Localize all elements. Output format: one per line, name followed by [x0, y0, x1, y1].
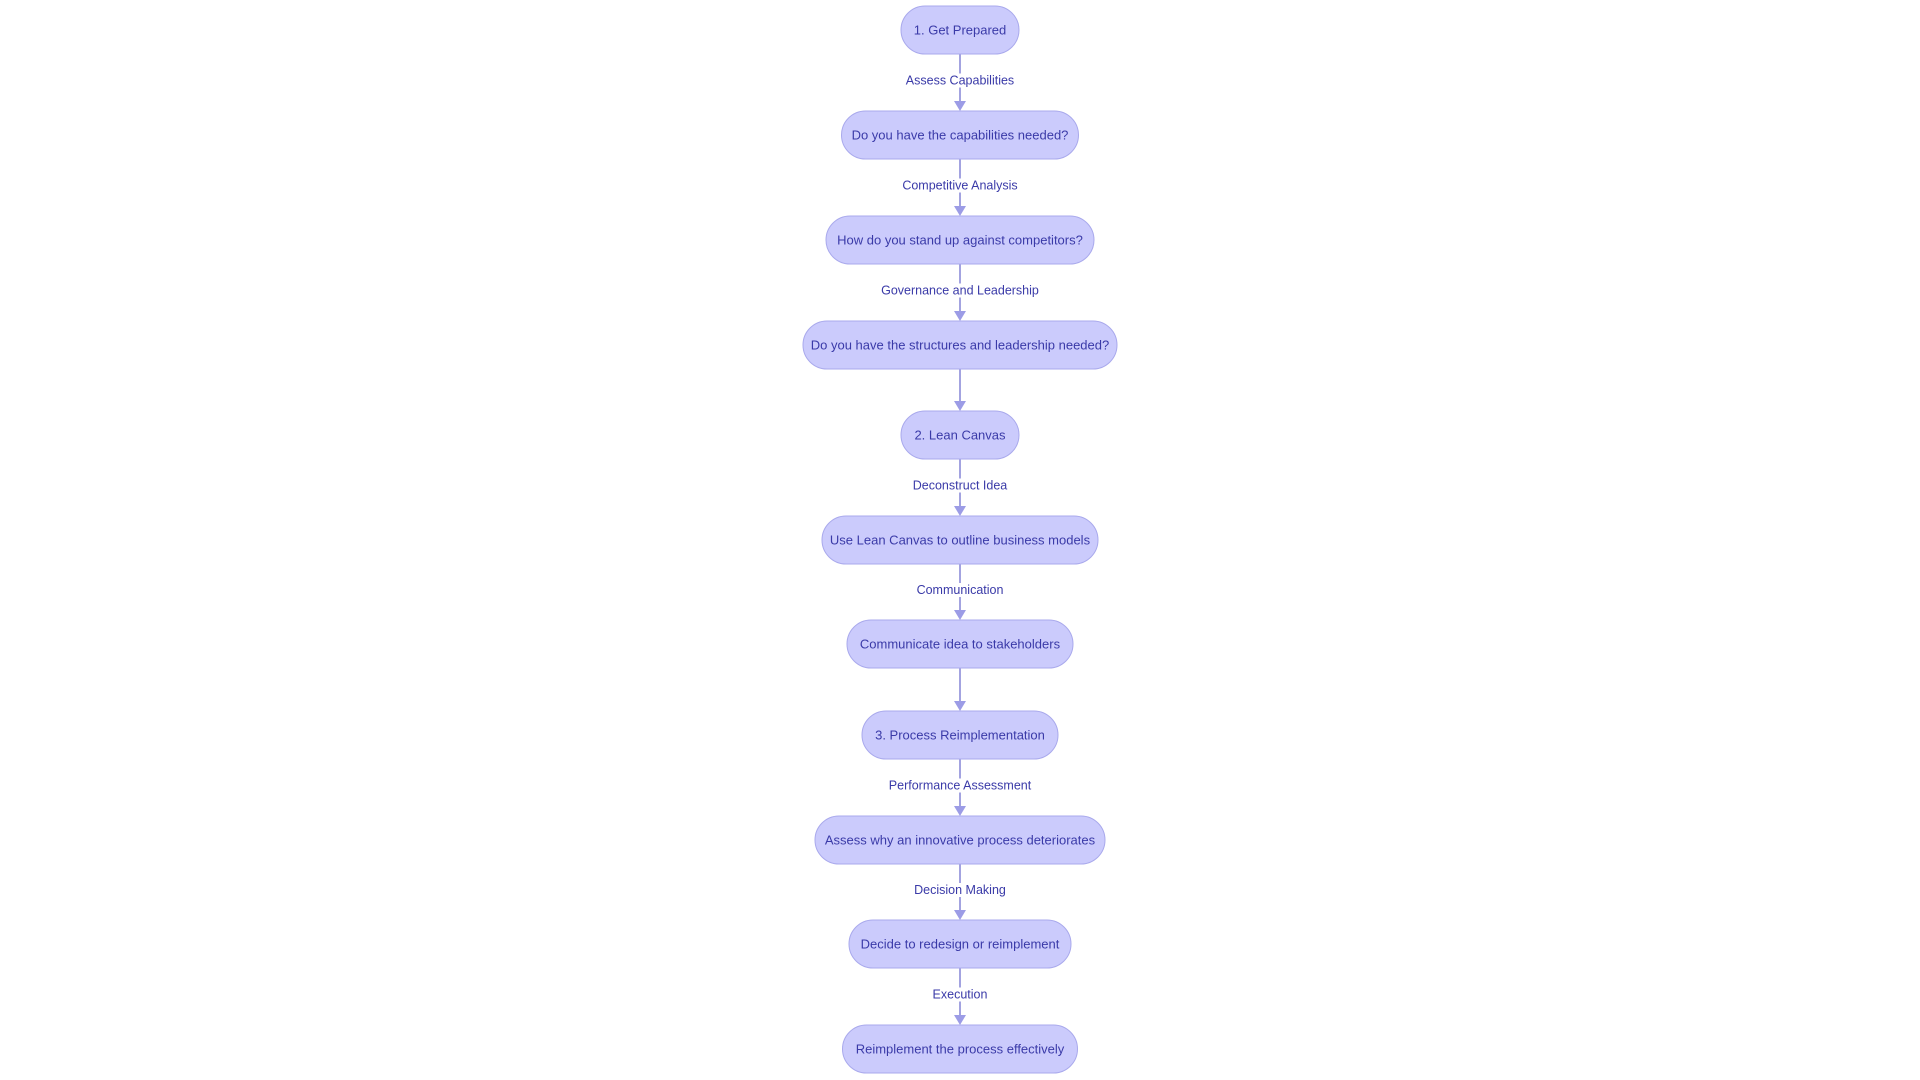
flow-node-n10[interactable]: Decide to redesign or reimplement	[848, 919, 1072, 969]
node-label: Do you have the structures and leadershi…	[811, 338, 1109, 353]
edge-n7-n8	[954, 668, 966, 711]
edge-n6-n7: Communication	[914, 564, 1006, 620]
node-label: Reimplement the process effectively	[856, 1042, 1065, 1057]
edge-label: Decision Making	[914, 883, 1006, 897]
arrowhead-icon	[954, 311, 966, 321]
arrowhead-icon	[954, 506, 966, 516]
flow-node-n11[interactable]: Reimplement the process effectively	[842, 1024, 1078, 1074]
node-label: Do you have the capabilities needed?	[852, 128, 1069, 143]
flow-node-n6[interactable]: Use Lean Canvas to outline business mode…	[821, 515, 1099, 565]
edge-n8-n9: Performance Assessment	[886, 759, 1034, 816]
edge-n3-n4: Governance and Leadership	[879, 264, 1041, 321]
edge-n1-n2: Assess Capabilities	[903, 54, 1017, 111]
edge-n10-n11: Execution	[930, 968, 990, 1025]
arrowhead-icon	[954, 401, 966, 411]
edge-label: Execution	[933, 988, 988, 1002]
edge-label: Deconstruct Idea	[913, 479, 1008, 493]
node-label: Assess why an innovative process deterio…	[825, 833, 1096, 848]
arrowhead-icon	[954, 1015, 966, 1025]
flow-node-n5[interactable]: 2. Lean Canvas	[900, 410, 1020, 460]
edge-label: Governance and Leadership	[881, 284, 1039, 298]
flow-node-n7[interactable]: Communicate idea to stakeholders	[846, 619, 1074, 669]
arrowhead-icon	[954, 806, 966, 816]
arrowhead-icon	[954, 101, 966, 111]
node-label: Communicate idea to stakeholders	[860, 637, 1061, 652]
arrowhead-icon	[954, 206, 966, 216]
edge-label: Assess Capabilities	[906, 74, 1014, 88]
flow-node-n8[interactable]: 3. Process Reimplementation	[861, 710, 1059, 760]
flow-node-n2[interactable]: Do you have the capabilities needed?	[841, 110, 1079, 160]
node-label: 3. Process Reimplementation	[875, 728, 1045, 743]
edge-n5-n6: Deconstruct Idea	[910, 459, 1010, 516]
arrowhead-icon	[954, 701, 966, 711]
flow-node-n9[interactable]: Assess why an innovative process deterio…	[814, 815, 1106, 865]
flowchart-canvas: Assess Capabilities Competitive Analysis G…	[802, 5, 1118, 1074]
edge-n9-n10: Decision Making	[912, 864, 1008, 920]
arrowhead-icon	[954, 910, 966, 920]
node-label: How do you stand up against competitors?	[837, 233, 1083, 248]
edge-label: Communication	[917, 583, 1004, 597]
node-label: 2. Lean Canvas	[914, 428, 1006, 443]
edge-n4-n5	[954, 369, 966, 411]
node-label: 1. Get Prepared	[914, 23, 1007, 38]
edge-label: Performance Assessment	[889, 779, 1032, 793]
node-label: Decide to redesign or reimplement	[861, 937, 1060, 952]
arrowhead-icon	[954, 610, 966, 620]
node-label: Use Lean Canvas to outline business mode…	[830, 533, 1091, 548]
flow-node-n1[interactable]: 1. Get Prepared	[900, 5, 1020, 55]
edge-n2-n3: Competitive Analysis	[900, 159, 1020, 216]
flow-node-n4[interactable]: Do you have the structures and leadershi…	[802, 320, 1118, 370]
flow-node-n3[interactable]: How do you stand up against competitors?	[825, 215, 1095, 265]
edge-label: Competitive Analysis	[902, 179, 1017, 193]
